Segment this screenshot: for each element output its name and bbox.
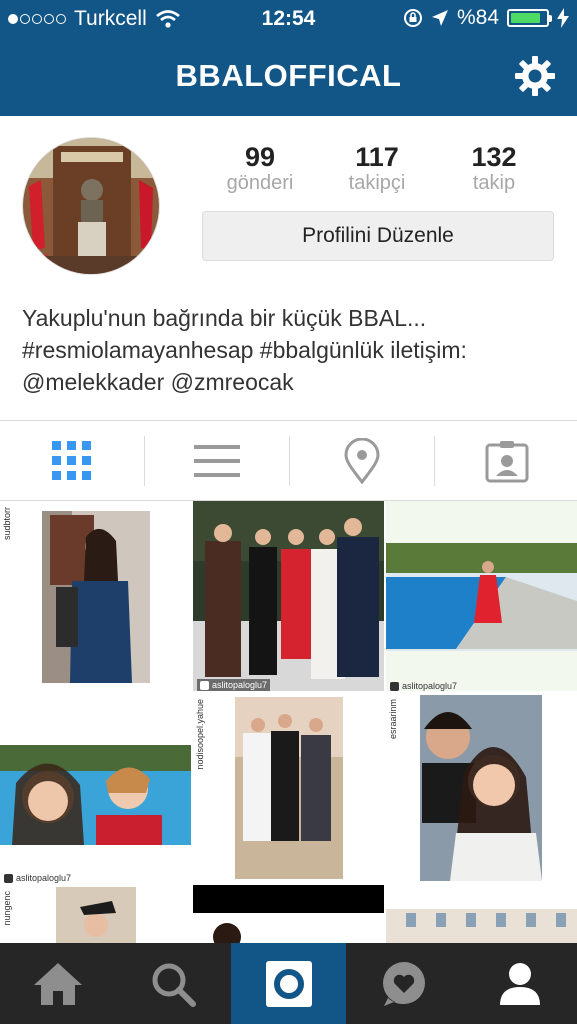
- tab-home[interactable]: [0, 943, 115, 1024]
- post-thumbnail[interactable]: aslitopaloglu7: [0, 693, 191, 883]
- search-icon: [152, 963, 196, 1007]
- post-thumbnail[interactable]: nungenc: [0, 885, 191, 943]
- tab-activity[interactable]: [346, 943, 461, 1024]
- followers-count-label: takipçi: [348, 172, 406, 194]
- grid-view-tab[interactable]: [0, 421, 144, 501]
- bio-line[interactable]: #resmiolamayanhesap #bbalgünlük iletişim…: [22, 334, 562, 366]
- photo-credit-vertical: sudbtorr: [2, 507, 12, 541]
- edit-profile-button[interactable]: Profilini Düzenle: [202, 211, 554, 261]
- navigation-bar: BBALOFFICAL: [0, 38, 577, 116]
- charging-bolt-icon: [557, 8, 569, 28]
- photo-credit-vertical: nodisoopel.yahue: [195, 699, 205, 770]
- photo-credit-vertical: esraarinm: [388, 699, 398, 740]
- location-arrow-icon: [431, 10, 448, 26]
- avatar[interactable]: [22, 137, 160, 275]
- post-thumbnail[interactable]: esraarinm: [386, 693, 577, 883]
- tab-camera[interactable]: [231, 943, 346, 1024]
- status-bar: Turkcell 12:54 %84: [0, 0, 577, 38]
- following-count[interactable]: 132 takip: [434, 142, 554, 194]
- battery-percent: %84: [456, 6, 499, 29]
- photo-credit: aslitopaloglu7: [197, 679, 271, 691]
- following-count-value: 132: [471, 142, 517, 172]
- activity-heart-icon: [382, 961, 425, 1006]
- posts-count-value: 99: [244, 142, 276, 172]
- camera-icon: [265, 960, 312, 1007]
- list-view-icon: [194, 445, 240, 477]
- post-thumbnail[interactable]: aslitopaloglu7: [193, 501, 384, 691]
- post-thumbnail[interactable]: [193, 885, 384, 943]
- battery-icon: [507, 9, 552, 27]
- followers-count-value: 117: [355, 142, 399, 172]
- post-thumbnail[interactable]: sudbtorr: [0, 501, 191, 691]
- profile-icon: [499, 962, 540, 1005]
- location-pin-icon: [344, 438, 380, 484]
- bottom-tab-bar: [0, 943, 577, 1024]
- tagged-photos-icon: [485, 441, 529, 483]
- following-count-label: takip: [472, 172, 516, 194]
- posts-count[interactable]: 99 gönderi: [200, 142, 320, 194]
- page-title: BBALOFFICAL: [175, 58, 402, 93]
- rotation-lock-icon: [403, 9, 422, 27]
- bio-line: Yakuplu'nun bağrında bir küçük BBAL...: [22, 305, 427, 331]
- post-thumbnail[interactable]: nodisoopel.yahue: [193, 693, 384, 883]
- list-view-tab[interactable]: [145, 421, 289, 501]
- grid-view-icon: [52, 441, 91, 480]
- home-icon: [33, 962, 82, 1005]
- photo-credit-vertical: nungenc: [2, 891, 12, 926]
- profile-bio: Yakuplu'nun bağrında bir küçük BBAL... #…: [22, 302, 562, 398]
- post-thumbnail[interactable]: aslitopaloglu7: [386, 501, 577, 691]
- tagged-photos-tab[interactable]: [435, 421, 577, 501]
- gear-icon[interactable]: [513, 54, 557, 98]
- followers-count[interactable]: 117 takipçi: [317, 142, 437, 194]
- tab-search[interactable]: [115, 943, 230, 1024]
- posts-count-label: gönderi: [226, 172, 294, 194]
- photo-credit: aslitopaloglu7: [4, 873, 71, 883]
- post-thumbnail[interactable]: [386, 885, 577, 943]
- tab-profile[interactable]: [462, 943, 577, 1024]
- photo-map-tab[interactable]: [290, 421, 434, 501]
- bio-line[interactable]: @melekkader @zmreocak: [22, 366, 562, 398]
- photo-credit: aslitopaloglu7: [390, 681, 457, 691]
